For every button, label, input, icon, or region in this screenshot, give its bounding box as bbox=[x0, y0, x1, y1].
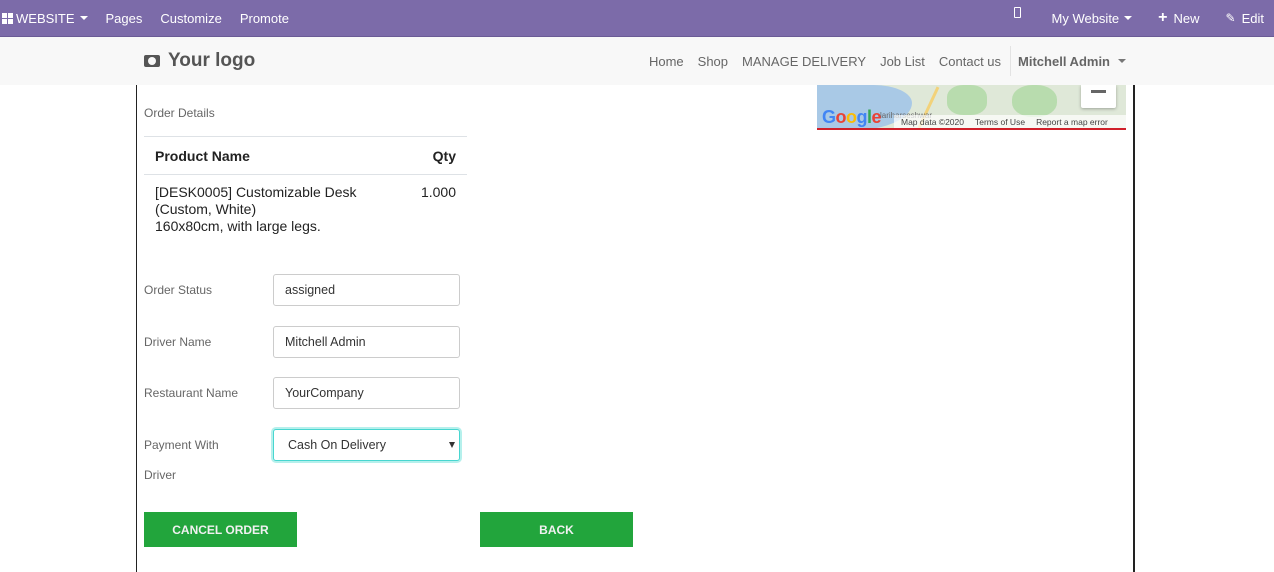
user-name: Mitchell Admin bbox=[1018, 53, 1110, 69]
nav-job-list[interactable]: Job List bbox=[873, 54, 932, 69]
payment-method-select[interactable]: Cash On Delivery bbox=[273, 429, 460, 461]
pencil-icon: ✎ bbox=[1225, 11, 1236, 25]
caret-down-icon bbox=[1124, 16, 1133, 20]
nav-home[interactable]: Home bbox=[642, 54, 691, 69]
pages-menu[interactable]: Pages bbox=[97, 0, 152, 37]
column-qty: Qty bbox=[432, 147, 456, 164]
order-status-field[interactable]: assigned bbox=[273, 274, 460, 306]
product-line: 160x80cm, with large legs. bbox=[155, 218, 321, 234]
website-menu[interactable]: WEBSITE bbox=[0, 0, 97, 37]
google-logo: Google bbox=[822, 107, 882, 127]
site-selector-label: My Website bbox=[1051, 10, 1120, 26]
payment-driver-label: Driver bbox=[144, 468, 176, 482]
camera-icon bbox=[144, 55, 160, 67]
report-map-error-link[interactable]: Report a map error bbox=[1036, 117, 1108, 127]
nav-shop[interactable]: Shop bbox=[691, 54, 735, 69]
restaurant-name-field[interactable]: YourCompany bbox=[273, 377, 460, 409]
mobile-icon bbox=[1013, 6, 1021, 18]
back-button[interactable]: BACK bbox=[480, 512, 633, 547]
site-header: Your logo Home Shop MANAGE DELIVERY Job … bbox=[0, 37, 1274, 85]
restaurant-name-label: Restaurant Name bbox=[144, 386, 239, 400]
order-details-title: Order Details bbox=[144, 106, 215, 120]
order-status-row: Order Status assigned bbox=[144, 274, 460, 306]
qty-cell: 1.000 bbox=[420, 184, 456, 200]
mobile-preview-button[interactable] bbox=[1005, 0, 1043, 37]
apps-grid-icon bbox=[2, 12, 13, 24]
dropdown-arrow-icon bbox=[449, 442, 455, 448]
table-row: [DESK0005] Customizable Desk (Custom, Wh… bbox=[144, 175, 467, 244]
order-status-label: Order Status bbox=[144, 283, 213, 297]
column-product-name: Product Name bbox=[155, 147, 250, 164]
site-selector[interactable]: My Website bbox=[1043, 0, 1142, 37]
new-label: New bbox=[1173, 10, 1200, 26]
website-admin-bar: WEBSITE Pages Customize Promote My Websi… bbox=[0, 0, 1274, 37]
driver-name-label: Driver Name bbox=[144, 335, 212, 349]
customize-menu[interactable]: Customize bbox=[151, 0, 230, 37]
promote-menu[interactable]: Promote bbox=[231, 0, 298, 37]
edit-label: Edit bbox=[1241, 10, 1264, 26]
content-border-right bbox=[1133, 85, 1135, 572]
payment-method-value: Cash On Delivery bbox=[288, 438, 386, 452]
map-attribution: Map data ©2020 Terms of Use Report a map… bbox=[894, 115, 1126, 128]
website-menu-label: WEBSITE bbox=[16, 10, 75, 26]
user-menu[interactable]: Mitchell Admin bbox=[1010, 46, 1274, 76]
product-line: [DESK0005] Customizable Desk bbox=[155, 184, 357, 200]
cancel-order-button[interactable]: CANCEL ORDER bbox=[144, 512, 297, 547]
terms-link[interactable]: Terms of Use bbox=[975, 117, 1025, 127]
edit-button[interactable]: ✎ Edit bbox=[1209, 0, 1274, 37]
product-name-cell: [DESK0005] Customizable Desk (Custom, Wh… bbox=[155, 184, 385, 235]
map-zoom-out-button[interactable] bbox=[1081, 85, 1116, 108]
product-line: (Custom, White) bbox=[155, 201, 257, 217]
order-lines-table: Product Name Qty [DESK0005] Customizable… bbox=[144, 136, 467, 244]
map-embed[interactable]: lariharseshwar Google Map data ©2020 Ter… bbox=[817, 85, 1126, 130]
caret-down-icon bbox=[1118, 59, 1126, 63]
driver-name-field[interactable]: Mitchell Admin bbox=[273, 326, 460, 358]
driver-name-row: Driver Name Mitchell Admin bbox=[144, 326, 460, 358]
payment-row: Payment With Cash On Delivery bbox=[144, 429, 460, 461]
map-data-text: Map data ©2020 bbox=[901, 116, 964, 127]
map-park bbox=[947, 85, 987, 115]
main-nav: Home Shop MANAGE DELIVERY Job List Conta… bbox=[642, 37, 1274, 85]
map-park bbox=[1012, 85, 1057, 117]
plus-icon: + bbox=[1158, 9, 1168, 26]
caret-down-icon bbox=[79, 16, 88, 20]
payment-with-label: Payment With bbox=[144, 438, 219, 452]
content-border-left bbox=[136, 85, 137, 572]
restaurant-name-row: Restaurant Name YourCompany bbox=[144, 377, 460, 409]
new-button[interactable]: + New bbox=[1141, 0, 1208, 37]
logo-text: Your logo bbox=[168, 50, 256, 71]
site-logo[interactable]: Your logo bbox=[144, 50, 255, 72]
nav-contact-us[interactable]: Contact us bbox=[932, 54, 1008, 69]
nav-manage-delivery[interactable]: MANAGE DELIVERY bbox=[735, 54, 873, 69]
table-header: Product Name Qty bbox=[144, 137, 467, 175]
